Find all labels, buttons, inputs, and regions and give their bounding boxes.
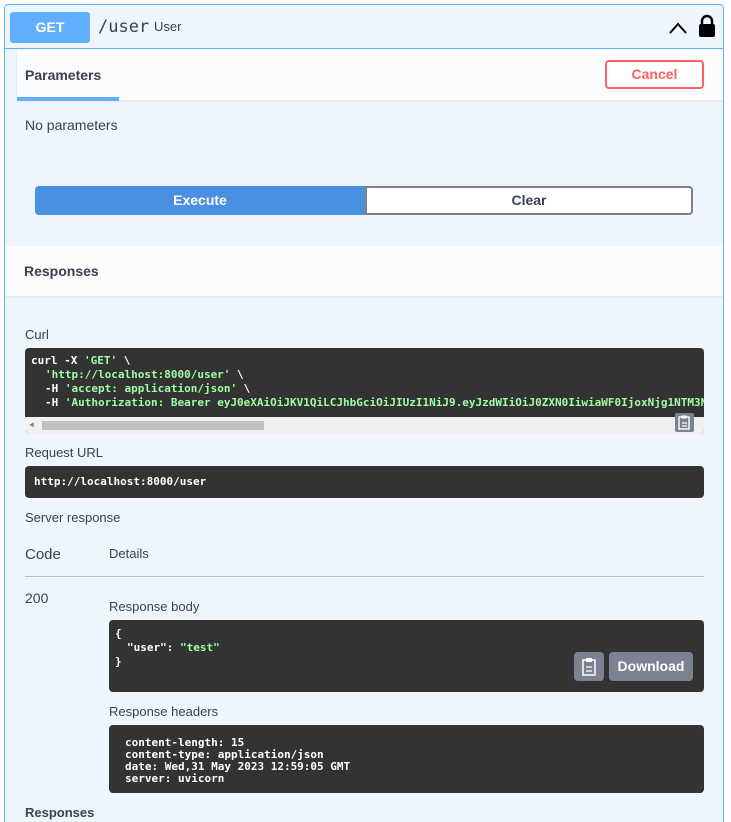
curl-horizontal-scrollbar[interactable]: ◀ [25,417,704,434]
copy-button[interactable] [574,652,604,681]
responses-header: Responses [5,246,723,296]
response-body-block[interactable]: { "user": "test" } Download [109,620,704,692]
curl-command: curl -X [31,354,84,367]
details-column-header: Details [109,546,149,561]
parameters-header: Parameters Cancel [17,50,723,101]
response-status-code: 200 [25,590,49,606]
request-url-label: Request URL [25,445,104,460]
request-url-value: http://localhost:8000/user [34,475,207,488]
curl-continuation: \ [117,354,131,367]
curl-line-2: 'http://localhost:8000/user' \ [45,368,244,381]
no-parameters-text: No parameters [25,117,118,133]
clipboard-icon [582,658,596,676]
request-url-block[interactable]: http://localhost:8000/user [25,466,704,498]
curl-line-3: -H 'accept: application/json' \ [45,382,250,395]
scroll-thumb[interactable] [42,421,264,430]
curl-line-4: -H 'Authorization: Bearer eyJ0eXAiOiJKV1… [45,396,704,409]
curl-url: 'http://localhost:8000/user' [45,368,231,381]
response-body-label: Response body [109,599,200,614]
response-headers-block[interactable]: content-length: 15 content-type: applica… [109,725,704,793]
clear-button[interactable]: Clear [365,186,693,215]
tab-active-indicator [17,97,119,101]
curl-auth-header: 'Authorization: Bearer eyJ0eXAiOiJKV1QiL… [64,396,704,409]
curl-flag: -H [45,382,65,395]
curl-flag: -H [45,396,65,409]
responses-title: Responses [24,263,99,279]
json-colon: : [166,641,180,654]
body-line-1: { [115,627,122,640]
response-headers-label: Response headers [109,704,219,719]
operation-description: User [154,19,182,34]
cancel-button[interactable]: Cancel [605,60,704,89]
operation-block: GET /user User Parameters Cancel No para… [4,4,724,822]
curl-method: 'GET' [83,354,118,367]
lock-icon[interactable] [697,14,717,38]
scroll-left-arrow-icon[interactable]: ◀ [29,420,34,429]
curl-continuation: \ [230,368,244,381]
operation-path: /user [98,17,150,37]
chevron-up-icon[interactable] [667,17,689,39]
curl-accept-header: 'accept: application/json' [64,382,238,395]
curl-continuation: \ [237,382,251,395]
server-response-label: Server response [25,510,121,525]
curl-code-block[interactable]: curl -X 'GET' \ 'http://localhost:8000/u… [25,348,704,434]
json-value: "test" [180,641,220,654]
curl-label: Curl [25,327,49,342]
body-line-2: "user": "test" [127,641,220,654]
tab-parameters[interactable]: Parameters [25,67,101,83]
curl-line-1: curl -X 'GET' \ [31,354,130,367]
clipboard-icon[interactable] [675,413,694,432]
response-header-line: server: uvicorn [125,772,225,785]
json-key: "user" [127,641,167,654]
code-column-header: Code [25,546,61,563]
method-badge: GET [10,12,90,43]
body-line-3: } [115,655,122,668]
operation-summary[interactable]: GET /user User [5,5,723,49]
execute-button[interactable]: Execute [35,186,365,215]
download-button[interactable]: Download [609,652,693,681]
table-divider [25,576,704,577]
responses-footer-label: Responses [25,805,95,820]
